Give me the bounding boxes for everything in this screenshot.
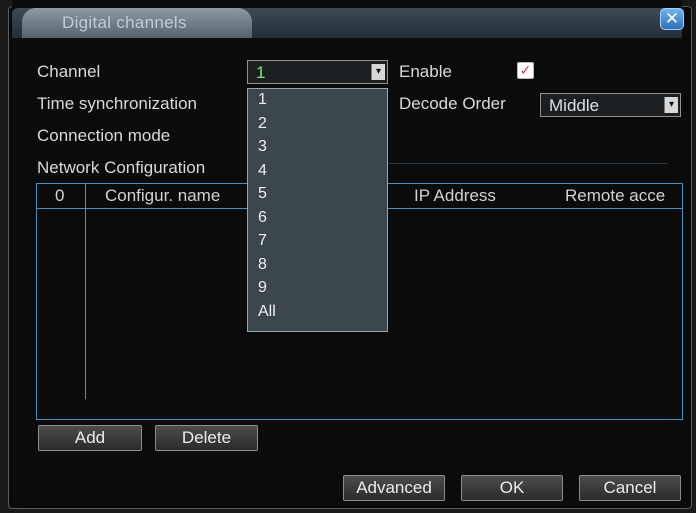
decode-order-select[interactable]: Middle ▾ [540, 93, 681, 117]
dropdown-option[interactable]: 6 [258, 209, 267, 227]
enable-label: Enable [399, 62, 452, 81]
enable-checkbox[interactable]: ✓ [517, 62, 534, 79]
advanced-button[interactable]: Advanced [343, 475, 445, 501]
close-button[interactable]: ✕ [660, 8, 684, 30]
column-header-remote-access: Remote acce [565, 186, 666, 205]
dropdown-option[interactable]: 9 [258, 279, 267, 297]
close-icon: ✕ [664, 9, 680, 28]
delete-button[interactable]: Delete [155, 425, 258, 451]
column-header-ip-address: IP Address [414, 186, 496, 205]
dropdown-option[interactable]: 2 [258, 115, 267, 133]
column-header-config-name: Configur. name [105, 186, 221, 205]
channel-select-value: 1 [256, 63, 266, 82]
chevron-down-icon[interactable]: ▾ [371, 64, 385, 80]
dropdown-option[interactable]: 7 [258, 232, 267, 250]
dropdown-option[interactable]: 4 [258, 162, 267, 180]
decode-order-value: Middle [549, 96, 600, 115]
dropdown-option[interactable]: 8 [258, 256, 267, 274]
channel-label: Channel [37, 62, 101, 81]
checkmark-icon: ✓ [519, 62, 532, 78]
channel-dropdown-list[interactable]: 1 2 3 4 5 6 7 8 9 All [247, 88, 388, 332]
column-header-index: 0 [55, 186, 65, 205]
decode-order-label: Decode Order [399, 94, 506, 113]
time-sync-label: Time synchronization [37, 94, 197, 113]
section-divider [385, 163, 668, 164]
chevron-down-icon[interactable]: ▾ [664, 97, 678, 113]
cancel-button[interactable]: Cancel [579, 475, 681, 501]
connection-mode-label: Connection mode [37, 126, 171, 145]
dropdown-option[interactable]: 5 [258, 185, 267, 203]
dropdown-option[interactable]: 3 [258, 138, 267, 156]
add-button[interactable]: Add [38, 425, 142, 451]
column-divider [85, 184, 86, 399]
window-title: Digital channels [62, 13, 187, 32]
ok-button[interactable]: OK [461, 475, 563, 501]
network-config-label: Network Configuration [37, 158, 206, 177]
dropdown-option[interactable]: 1 [258, 91, 267, 109]
channel-select[interactable]: 1 ▾ [247, 60, 388, 84]
dropdown-option[interactable]: All [258, 303, 276, 321]
